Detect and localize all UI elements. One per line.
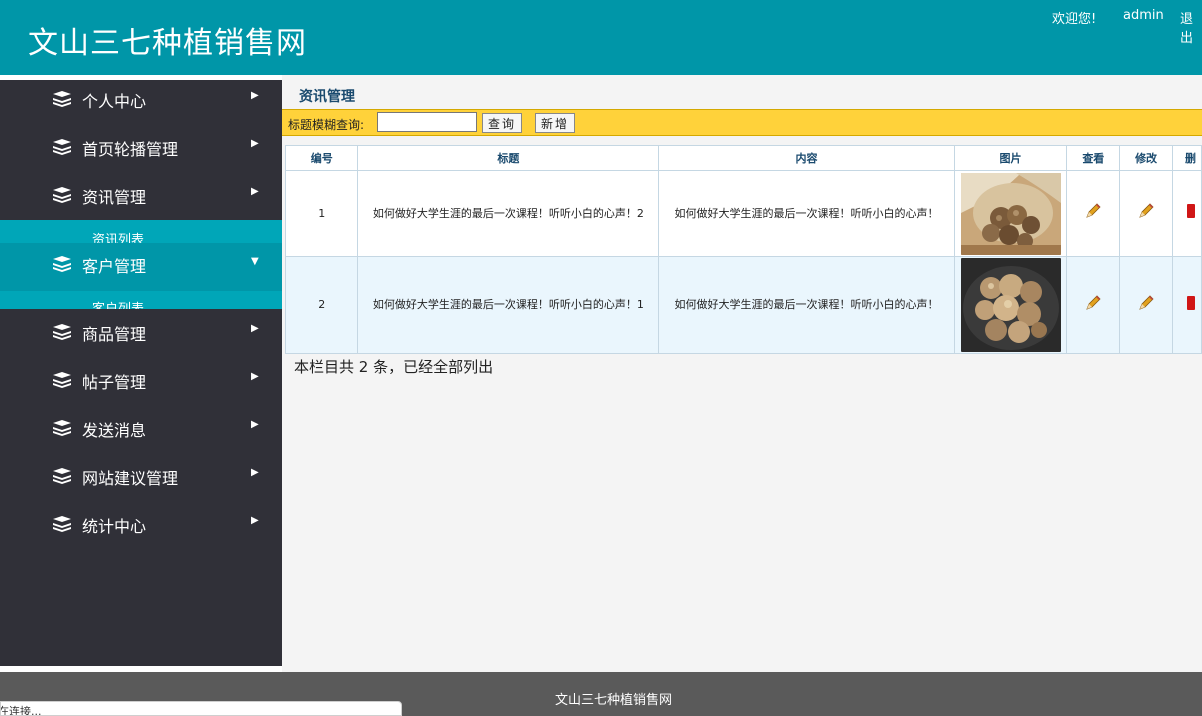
edit-pencil-icon[interactable]: [1137, 294, 1155, 312]
sidebar: 个人中心 ▶ 首页轮播管理 ▶ 资讯管理 ▶ 资讯列表 客户管理 ▼ 客户列表 …: [0, 80, 282, 666]
stack-icon: [53, 516, 71, 532]
title-search-input[interactable]: [377, 112, 477, 132]
sidebar-item-customers[interactable]: 客户管理 ▼: [0, 243, 282, 291]
cell-title: 如何做好大学生涯的最后一次课程！听听小白的心声！2: [357, 170, 660, 257]
sidebar-subitem-label: 客户列表: [92, 298, 144, 309]
cell-delete: [1171, 256, 1202, 354]
view-pencil-icon[interactable]: [1084, 294, 1102, 312]
cell-delete: [1171, 170, 1202, 257]
record-count: 本栏目共 2 条，已经全部列出: [294, 358, 494, 376]
table-header-row: 编号 标题 内容 图片 查看 修改 删: [284, 145, 1202, 171]
add-button[interactable]: 新增: [535, 113, 576, 133]
caret-right-icon: ▶: [251, 90, 259, 101]
view-pencil-icon[interactable]: [1084, 202, 1102, 220]
column-header: 修改: [1119, 145, 1173, 171]
edit-pencil-icon[interactable]: [1137, 202, 1155, 220]
stack-icon: [53, 139, 71, 155]
sidebar-item-posts[interactable]: 帖子管理 ▶: [0, 357, 282, 405]
column-header: 删: [1171, 145, 1202, 171]
column-header: 内容: [658, 145, 955, 171]
column-header: 查看: [1066, 145, 1121, 171]
delete-icon[interactable]: [1186, 295, 1195, 310]
site-title: 文山三七种植销售网: [28, 26, 307, 61]
sidebar-item-statistics[interactable]: 统计中心 ▶: [0, 501, 282, 549]
sidebar-item-label: 统计中心: [82, 517, 147, 536]
logout-link[interactable]: 退出: [1180, 8, 1202, 46]
stack-icon: [53, 91, 71, 107]
sidebar-item-label: 首页轮播管理: [82, 140, 179, 159]
cell-view: [1066, 256, 1121, 354]
delete-icon[interactable]: [1186, 204, 1195, 218]
caret-right-icon: ▶: [251, 419, 259, 430]
stack-icon: [53, 324, 71, 340]
sidebar-item-label: 帖子管理: [82, 373, 147, 392]
cell-title: 如何做好大学生涯的最后一次课程！听听小白的心声！1: [357, 256, 660, 354]
sidebar-item-label: 网站建议管理: [82, 469, 179, 488]
sidebar-item-label: 个人中心: [82, 92, 147, 111]
footer-text: 文山三七种植销售网: [555, 693, 673, 708]
sidebar-item-suggestions[interactable]: 网站建议管理 ▶: [0, 453, 282, 501]
cell-id: 1: [284, 170, 359, 257]
sidebar-subitem-label: 资讯列表: [92, 233, 145, 243]
caret-right-icon: ▶: [251, 515, 259, 526]
column-header: 标题: [357, 145, 660, 171]
username-link[interactable]: admin: [1123, 8, 1164, 23]
cell-view: [1066, 170, 1121, 257]
cell-id: 2: [284, 256, 359, 354]
stack-icon: [53, 420, 71, 436]
product-image-plate[interactable]: [960, 258, 1061, 352]
caret-down-icon: ▼: [251, 256, 259, 267]
search-bar: 标题模糊查询: 查询 新增: [282, 109, 1202, 136]
sidebar-subitem-customer-list[interactable]: 客户列表: [0, 291, 282, 309]
sidebar-item-products[interactable]: 商品管理 ▶: [0, 309, 282, 357]
top-header: 文山三七种植销售网 欢迎您! admin 退出: [0, 0, 1202, 75]
stack-icon: [53, 372, 71, 388]
cell-edit: [1119, 170, 1173, 257]
sidebar-item-label: 商品管理: [82, 325, 147, 344]
query-button[interactable]: 查询: [482, 113, 523, 133]
news-table: 编号 标题 内容 图片 查看 修改 删 1 如何做好大学生涯的最后一次课程！听听…: [284, 145, 1202, 354]
caret-right-icon: ▶: [251, 186, 259, 197]
welcome-text: 欢迎您!: [1052, 12, 1097, 27]
caret-right-icon: ▶: [251, 323, 259, 334]
cell-edit: [1119, 256, 1173, 354]
sidebar-item-label: 资讯管理: [82, 188, 147, 207]
cell-content: 如何做好大学生涯的最后一次课程！听听小白的心声！: [658, 256, 955, 354]
cell-content: 如何做好大学生涯的最后一次课程！听听小白的心声！: [658, 170, 955, 257]
caret-right-icon: ▶: [251, 138, 259, 149]
sidebar-subitem-news-list[interactable]: 资讯列表: [0, 220, 282, 243]
search-label: 标题模糊查询:: [288, 118, 365, 132]
cell-image: [953, 256, 1068, 354]
status-text: 正在连接...: [0, 705, 42, 716]
sidebar-item-carousel[interactable]: 首页轮播管理 ▶: [0, 124, 282, 172]
stack-icon: [53, 468, 71, 484]
sidebar-item-personal-center[interactable]: 个人中心 ▶: [0, 76, 282, 124]
stack-icon: [53, 256, 71, 272]
sidebar-item-news[interactable]: 资讯管理 ▶: [0, 172, 282, 220]
product-image-sack[interactable]: [960, 172, 1061, 255]
column-header: 图片: [953, 145, 1068, 171]
sidebar-item-label: 客户管理: [82, 257, 147, 276]
sidebar-item-label: 发送消息: [82, 421, 147, 440]
table-row: 1 如何做好大学生涯的最后一次课程！听听小白的心声！2 如何做好大学生涯的最后一…: [284, 170, 1202, 257]
table-row: 2 如何做好大学生涯的最后一次课程！听听小白的心声！1 如何做好大学生涯的最后一…: [284, 256, 1202, 354]
stack-icon: [53, 187, 71, 203]
main-content: 资讯管理 标题模糊查询: 查询 新增 编号 标题 内容 图片 查看 修改 删 1…: [282, 75, 1202, 672]
column-header: 编号: [284, 145, 359, 171]
caret-right-icon: ▶: [251, 467, 259, 478]
browser-status-bar: 正在连接...: [0, 701, 402, 716]
page-title: 资讯管理: [299, 89, 355, 105]
sidebar-item-send-message[interactable]: 发送消息 ▶: [0, 405, 282, 453]
caret-right-icon: ▶: [251, 371, 259, 382]
cell-image: [953, 170, 1068, 257]
